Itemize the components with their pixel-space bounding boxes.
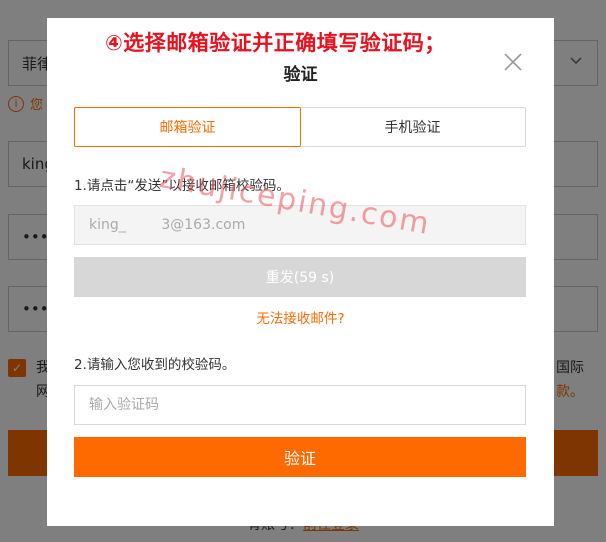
verification-tabs: 邮箱验证 手机验证 bbox=[74, 107, 526, 147]
resend-button[interactable]: 重发(59 s) bbox=[74, 257, 526, 297]
tab-email-verification[interactable]: 邮箱验证 bbox=[74, 107, 301, 147]
email-value: king_ 3@163.com bbox=[89, 217, 246, 233]
cannot-receive-email-link[interactable]: 无法接收邮件? bbox=[47, 307, 554, 327]
verification-modal: ④选择邮箱验证并正确填写验证码； 验证 邮箱验证 手机验证 1.请点击“发送”以… bbox=[47, 18, 554, 526]
verification-code-input[interactable] bbox=[74, 385, 526, 425]
step2-instruction: 2.请输入您收到的校验码。 bbox=[74, 357, 236, 373]
tab-phone-verification[interactable]: 手机验证 bbox=[300, 108, 525, 146]
close-icon[interactable] bbox=[503, 52, 523, 72]
step-annotation: ④选择邮箱验证并正确填写验证码； bbox=[105, 31, 446, 55]
modal-title: 验证 bbox=[283, 65, 318, 85]
verify-button[interactable]: 验证 bbox=[74, 437, 526, 477]
